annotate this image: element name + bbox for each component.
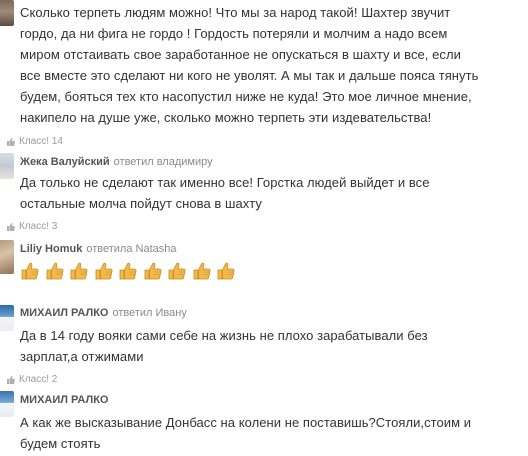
like-count: Класс! 2: [19, 374, 58, 385]
author-name[interactable]: МИХАИЛ РАЛКО: [20, 394, 108, 406]
comment-text: Да только не сделают так именно все! Гор…: [20, 172, 520, 214]
comment-text: Да в 14 году вояки сами себе на жизнь не…: [20, 325, 520, 367]
thumbs-up-emoji: [95, 262, 112, 280]
like-count: Класс! 3: [19, 221, 58, 232]
avatar[interactable]: [0, 0, 14, 26]
avatar[interactable]: [0, 153, 14, 179]
comment-line: А как же высказывание Донбасс на колени …: [20, 415, 472, 430]
like-button[interactable]: Класс! 2: [6, 374, 57, 385]
comment-line: миром отстаивать свое заработанное не оп…: [20, 47, 461, 62]
thumbs-up-emoji: [144, 262, 161, 280]
author-name[interactable]: Жека Валуйский: [20, 156, 110, 168]
comment-line: накипело на душе уже, сколько можно терп…: [20, 110, 432, 125]
comment-header: Liliy Homuk ответила Natasha: [20, 243, 176, 255]
like-count: Класс! 14: [19, 136, 63, 147]
author-name[interactable]: МИХАИЛ РАЛКО: [20, 307, 108, 319]
reply-to: ответил владимиру: [113, 156, 213, 168]
comment-line: зарплат,а отжимами: [20, 349, 144, 364]
thumbs-up-emoji: [119, 262, 137, 280]
thumbs-up-emoji: [46, 262, 63, 280]
thumbs-up-emoji: [70, 262, 88, 280]
comment-line: Да только не сделают так именно все! Гор…: [20, 175, 430, 190]
comment-line: гордо, да ни фига не гордо ! Гордость по…: [20, 26, 448, 41]
reply-to: ответил Ивану: [112, 307, 187, 319]
comment-line: будем стоять: [20, 436, 101, 451]
thumbs-up-emoji: [217, 262, 235, 280]
thumbs-up-emoji: [168, 262, 186, 280]
comment-text: Сколько терпеть людям можно! Что мы за н…: [20, 2, 520, 128]
like-button[interactable]: Класс! 14: [6, 136, 63, 147]
comment-line: Сколько терпеть людям можно! Что мы за н…: [20, 5, 451, 20]
author-name[interactable]: Liliy Homuk: [20, 243, 82, 255]
like-button[interactable]: Класс! 3: [6, 221, 57, 232]
comment-line: Да в 14 году вояки сами себе на жизнь не…: [20, 328, 428, 343]
reply-to: ответила Natasha: [86, 243, 177, 255]
comment-header: МИХАИЛ РАЛКО ответил Ивану: [20, 307, 187, 319]
comment-header: Жека Валуйский ответил владимиру: [20, 156, 213, 168]
avatar[interactable]: [0, 305, 14, 331]
comment-line: все вместе это сделают ни кого не уволят…: [20, 68, 479, 83]
thumbs-up-emoji: [21, 262, 39, 280]
comment-line: остальные молча пойдут снова в шахту: [20, 196, 262, 211]
comment-header: МИХАИЛ РАЛКО: [20, 394, 108, 406]
thumb-up-icon: [7, 137, 15, 146]
thumb-up-icon: [7, 222, 15, 231]
comment-text: А как же высказывание Донбасс на колени …: [20, 412, 520, 454]
thumbs-up-emoji-row: [20, 261, 241, 281]
thumbs-up-emoji: [193, 262, 210, 280]
avatar[interactable]: [0, 240, 14, 274]
comment-line: будем, бояться тех кто насопустил ниже н…: [20, 89, 472, 104]
avatar[interactable]: [0, 391, 14, 417]
thumb-up-icon: [7, 375, 15, 384]
